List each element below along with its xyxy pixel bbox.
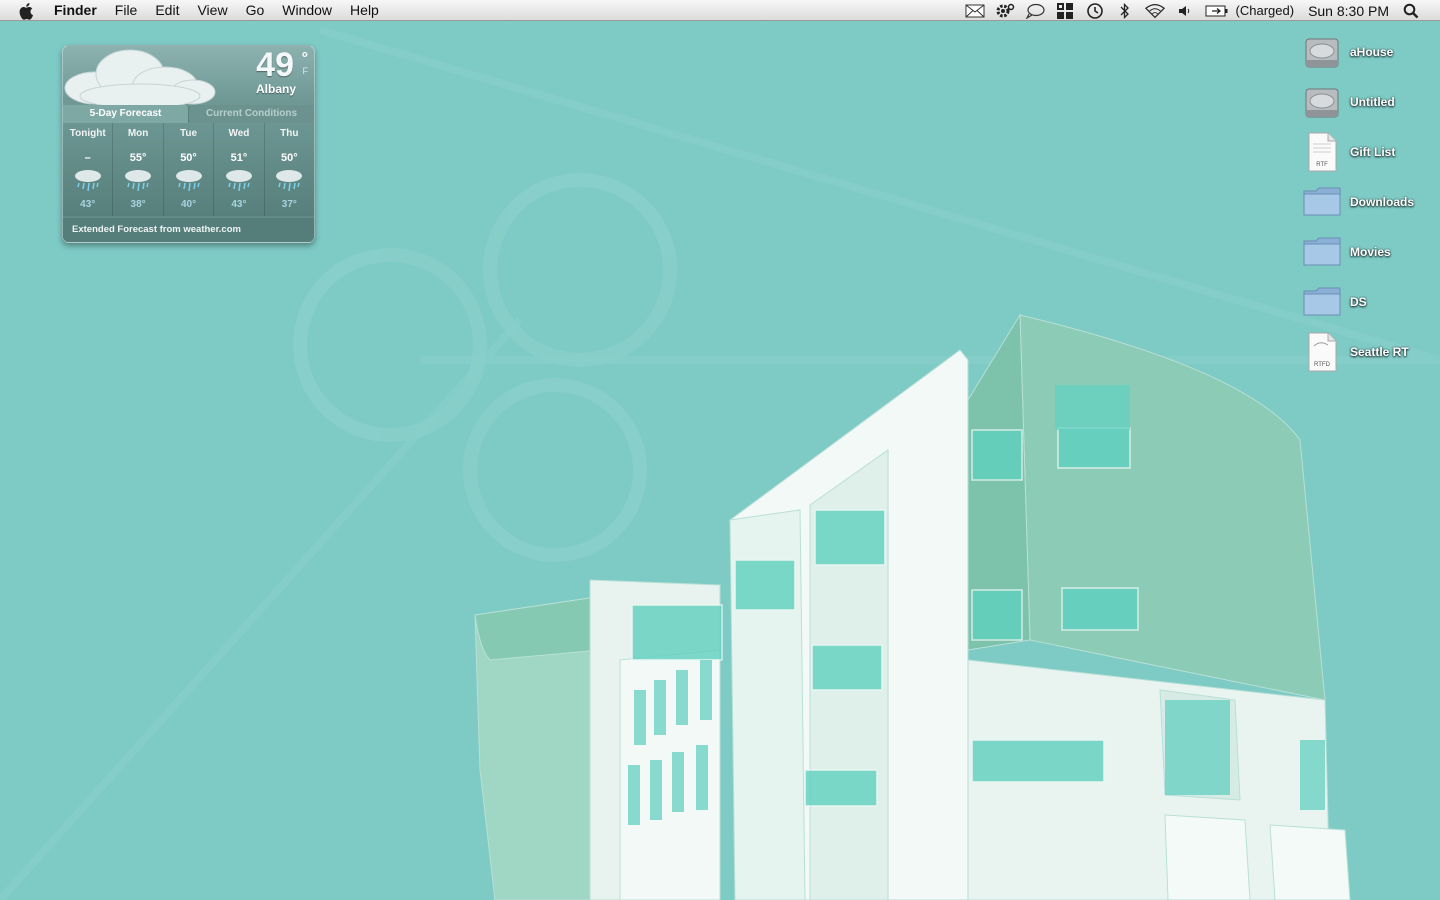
rain-icon: [63, 169, 112, 197]
folder-icon: [1300, 280, 1344, 324]
desktop-icon-label: Gift List: [1350, 145, 1396, 159]
forecast-low: 43°: [80, 199, 96, 210]
gear-icon[interactable]: [995, 2, 1015, 20]
forecast-day: Wed 51° 43°: [214, 123, 265, 216]
spotlight-search-icon[interactable]: [1403, 3, 1421, 19]
spaces-icon[interactable]: [1055, 2, 1075, 20]
desktop-icon-seattle-rt[interactable]: RTFD Seattle RT: [1300, 330, 1440, 374]
weather-widget[interactable]: 49 ° F Albany 5-Day Forecast Current Con…: [62, 45, 315, 243]
document-icon: RTF: [1300, 130, 1344, 174]
cloud-icon: [64, 49, 216, 109]
folder-icon: [1300, 180, 1344, 224]
battery-icon[interactable]: [1205, 2, 1229, 20]
forecast-low: 43°: [231, 199, 247, 210]
desktop-icon-gift-list[interactable]: RTF Gift List: [1300, 130, 1440, 174]
rain-icon: [113, 169, 162, 197]
desktop-icon-untitled[interactable]: Untitled: [1300, 80, 1440, 124]
desktop-icon-label: aHouse: [1350, 45, 1394, 59]
menu-help[interactable]: Help: [341, 0, 388, 21]
battery-status-text[interactable]: (Charged): [1236, 3, 1295, 18]
menu-file[interactable]: File: [106, 0, 147, 21]
menu-app-finder[interactable]: Finder: [54, 0, 106, 21]
forecast-low: 38°: [130, 199, 146, 210]
forecast-low: 37°: [281, 199, 297, 210]
desktop-icon-ahouse[interactable]: aHouse: [1300, 30, 1440, 74]
hard-drive-icon: [1300, 80, 1344, 124]
desktop-icon-label: Downloads: [1350, 195, 1415, 209]
forecast-day-label: Thu: [280, 128, 299, 139]
bluetooth-icon[interactable]: [1115, 2, 1135, 20]
folder-icon: [1300, 230, 1344, 274]
forecast-high: –: [84, 152, 91, 164]
forecast-day-label: Mon: [127, 128, 149, 139]
volume-icon[interactable]: [1175, 2, 1195, 20]
apple-logo-icon[interactable]: [19, 2, 37, 20]
forecast-grid: Tonight – 43° Mon 55° 38° Tue 50° 40° We…: [63, 123, 314, 216]
desktop-icon-ds[interactable]: DS: [1300, 280, 1440, 324]
rain-icon: [214, 169, 263, 197]
forecast-high: 50°: [180, 152, 197, 164]
forecast-high: 50°: [281, 152, 298, 164]
mail-icon[interactable]: [965, 2, 985, 20]
temperature-unit: F: [302, 66, 309, 76]
desktop-icon-label: Seattle RT: [1350, 345, 1409, 359]
menu-view[interactable]: View: [188, 0, 236, 21]
rain-icon: [265, 169, 314, 197]
time-machine-icon[interactable]: [1085, 2, 1105, 20]
menu-go[interactable]: Go: [237, 0, 274, 21]
forecast-day-label: Wed: [228, 128, 250, 139]
tab-5-day-forecast[interactable]: 5-Day Forecast: [63, 105, 189, 123]
hard-drive-icon: [1300, 30, 1344, 74]
desktop-icon-label: Untitled: [1350, 95, 1395, 109]
forecast-day: Tonight – 43°: [63, 123, 114, 216]
forecast-day: Thu 50° 37°: [265, 123, 314, 216]
menubar-clock[interactable]: Sun 8:30 PM: [1308, 3, 1389, 19]
document-icon: RTFD: [1300, 330, 1344, 374]
forecast-day-label: Tue: [179, 128, 198, 139]
desktop-icon-downloads[interactable]: Downloads: [1300, 180, 1440, 224]
speech-bubble-icon[interactable]: [1025, 2, 1045, 20]
forecast-high: 51°: [230, 152, 248, 164]
rain-icon: [164, 169, 213, 197]
current-temperature: 49: [256, 46, 294, 84]
tab-current-conditions[interactable]: Current Conditions: [189, 105, 314, 123]
svg-text:RTF: RTF: [1316, 162, 1328, 168]
weather-tabs: 5-Day Forecast Current Conditions: [63, 105, 314, 123]
desktop-icon-label: Movies: [1350, 245, 1391, 259]
menu-bar: Finder File Edit View Go Window Help (Ch…: [0, 0, 1440, 21]
menu-window[interactable]: Window: [273, 0, 341, 21]
weather-footer-link[interactable]: Extended Forecast from weather.com: [63, 218, 314, 242]
forecast-day: Tue 50° 40°: [164, 123, 215, 216]
city-name: Albany: [255, 82, 296, 96]
forecast-low: 40°: [180, 199, 197, 210]
desktop-icon-movies[interactable]: Movies: [1300, 230, 1440, 274]
forecast-day-label: Tonight: [69, 128, 106, 139]
wifi-icon[interactable]: [1144, 2, 1165, 20]
menu-edit[interactable]: Edit: [146, 0, 188, 21]
forecast-high: 55°: [129, 152, 147, 164]
forecast-day: Mon 55° 38°: [113, 123, 164, 216]
svg-text:RTFD: RTFD: [1314, 362, 1331, 368]
desktop-icon-label: DS: [1350, 295, 1367, 309]
